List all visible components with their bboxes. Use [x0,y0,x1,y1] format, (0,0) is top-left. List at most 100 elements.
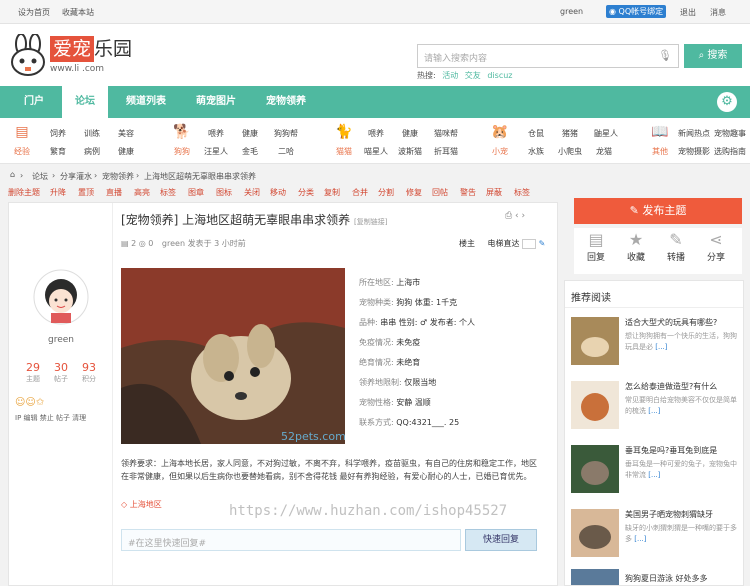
mod-tool-link[interactable]: 移动 [270,187,286,198]
set-home-link[interactable]: 设为首页 [18,7,50,18]
category-link[interactable]: 波斯猫 [398,146,422,157]
print-icon[interactable]: ⎙ ‹ › [505,211,525,221]
more-link[interactable]: [...] [648,471,660,479]
logout-link[interactable]: 退出 [680,7,696,18]
nav-item-channels[interactable]: 频道列表 [126,86,166,118]
category-link[interactable]: 训练 [84,128,100,139]
item-title[interactable]: 狗狗夏日游泳 好处多多 [625,573,708,584]
nav-item-portal[interactable]: 门户 [24,86,44,118]
category-link[interactable]: 狗狗帮 [274,128,298,139]
mod-tool-link[interactable]: 合并 [352,187,368,198]
home-icon[interactable]: ⌂ [10,170,15,179]
mod-tool-link[interactable]: 标签 [514,187,530,198]
more-link[interactable]: [...] [655,343,667,351]
favorite-action[interactable]: 收藏 [622,250,650,263]
category-link[interactable]: 美容 [118,128,134,139]
list-item[interactable]: 狗狗夏日游泳 好处多多 [571,569,739,585]
category-link[interactable]: 猪猪 [562,128,578,139]
category-link[interactable]: 喵星人 [364,146,388,157]
microphone-icon[interactable]: 🎙 [658,49,672,62]
category-link[interactable]: 猫咪帮 [434,128,458,139]
more-link[interactable]: [...] [648,407,660,415]
mod-tool-link[interactable]: 标签 [160,187,176,198]
category-link[interactable]: 龙猫 [596,146,612,157]
category-link[interactable]: 汪星人 [204,146,228,157]
item-title[interactable]: 垂耳兔是吗?垂耳兔到底是 [625,445,717,456]
edit-icon[interactable]: ✎ [662,230,690,249]
category-link[interactable]: 二哈 [278,146,294,157]
share-action[interactable]: 分享 [702,250,730,263]
mod-tool-link[interactable]: 关闭 [244,187,260,198]
elevator-input[interactable] [522,238,537,249]
mod-tool-link[interactable]: 复制 [324,187,340,198]
mod-tool-link[interactable]: 回帖 [432,187,448,198]
new-thread-button[interactable]: ✎ 发布主题 [574,198,742,224]
mod-tool-link[interactable]: 置顶 [78,187,94,198]
category-link[interactable]: 选购指南 [714,146,746,157]
category-label[interactable]: 猫猫 [330,146,358,157]
category-link[interactable]: 水族 [528,146,544,157]
quick-reply-button[interactable]: 快速回复 [465,529,537,551]
more-link[interactable]: [...] [634,535,646,543]
hot-search-link[interactable]: 活动 [442,71,458,80]
nav-item-forum[interactable]: 论坛 [62,86,108,118]
mod-tool-link[interactable]: 屏蔽 [486,187,502,198]
settings-gear-icon[interactable]: ⚙ [717,92,737,112]
list-item[interactable]: 适合大型犬的玩具有哪些? 想让狗狗拥有一个快乐的生活，狗狗玩具是必 [...] [571,317,739,373]
category-link[interactable]: 仓鼠 [528,128,544,139]
category-link[interactable]: 健康 [242,128,258,139]
mod-tool-link[interactable]: 图章 [188,187,204,198]
hot-search-link[interactable]: 交友 [465,71,481,80]
breadcrumb-item[interactable]: 分享灌水 [60,171,92,182]
item-title[interactable]: 美国男子晒宠物刺猬缺牙 [625,509,713,520]
category-link[interactable]: 饲养 [50,128,66,139]
bookmark-link[interactable]: 收藏本站 [62,7,94,18]
breadcrumb-item[interactable]: 论坛 [32,171,48,182]
star-icon[interactable]: ★ [622,230,650,249]
mod-tool-link[interactable]: 图标 [216,187,232,198]
breadcrumb-item[interactable]: 宠物领养 [102,171,134,182]
qq-bind-button[interactable]: ◉ QQ帐号绑定 [606,5,667,18]
category-link[interactable]: 鼬星人 [594,128,618,139]
copy-link[interactable]: [复制链接] [354,218,387,226]
category-link[interactable]: 新闻热点 [678,128,710,139]
mod-tool-link[interactable]: 修复 [406,187,422,198]
category-link[interactable]: 健康 [118,146,134,157]
category-link[interactable]: 健康 [402,128,418,139]
reply-action[interactable]: 回复 [582,250,610,263]
list-item[interactable]: 垂耳兔是吗?垂耳兔到底是 垂耳兔是一种可爱的兔子，宠物兔中非常流 [...] [571,445,739,501]
item-title[interactable]: 适合大型犬的玩具有哪些? [625,317,717,328]
hot-search-link[interactable]: discuz [487,71,512,80]
category-link[interactable]: 小爬虫 [558,146,582,157]
category-link[interactable]: 折耳猫 [434,146,458,157]
mod-tool-link[interactable]: 分类 [298,187,314,198]
mod-tool-link[interactable]: 删除主题 [8,187,40,198]
category-link[interactable]: 喂养 [368,128,384,139]
mod-tool-link[interactable]: 高亮 [134,187,150,198]
messages-link[interactable]: 消息 [710,7,726,18]
location-tag[interactable]: ◇ 上海地区 [121,499,162,510]
repost-action[interactable]: 转播 [662,250,690,263]
category-label[interactable]: 狗狗 [168,146,196,157]
category-link[interactable]: 宠物摄影 [678,146,710,157]
avatar[interactable] [33,269,89,325]
item-title[interactable]: 怎么给泰迪做造型?有什么 [625,381,717,392]
author-name[interactable]: green [9,335,113,345]
category-label[interactable]: 其他 [646,146,674,157]
category-link[interactable]: 喂养 [208,128,224,139]
reply-icon[interactable]: ▤ [582,230,610,249]
quick-reply-input[interactable]: #在这里快速回复# [121,529,461,551]
category-link[interactable]: 宠物趣事 [714,128,746,139]
pencil-icon[interactable]: ✎ [539,239,546,248]
category-label[interactable]: 经验 [8,146,36,157]
search-button[interactable]: ⌕ 搜索 [684,44,742,68]
nav-item-adoption[interactable]: 宠物领养 [266,86,306,118]
breadcrumb-current[interactable]: 上海地区超萌无辜眼串串求领养 [144,171,256,182]
mod-tool-link[interactable]: 警告 [460,187,476,198]
username-link[interactable]: green [560,7,583,16]
list-item[interactable]: 美国男子晒宠物刺猬缺牙 缺牙的小刺猬刺猬是一种嘴的要于多多 [...] [571,509,739,565]
search-input[interactable]: 请输入搜索内容 🎙 [417,44,679,68]
category-link[interactable]: 金毛 [242,146,258,157]
category-link[interactable]: 病例 [84,146,100,157]
list-item[interactable]: 怎么给泰迪做造型?有什么 常见要明白给宠物美容不仅仅是简单的梳洗 [...] [571,381,739,437]
